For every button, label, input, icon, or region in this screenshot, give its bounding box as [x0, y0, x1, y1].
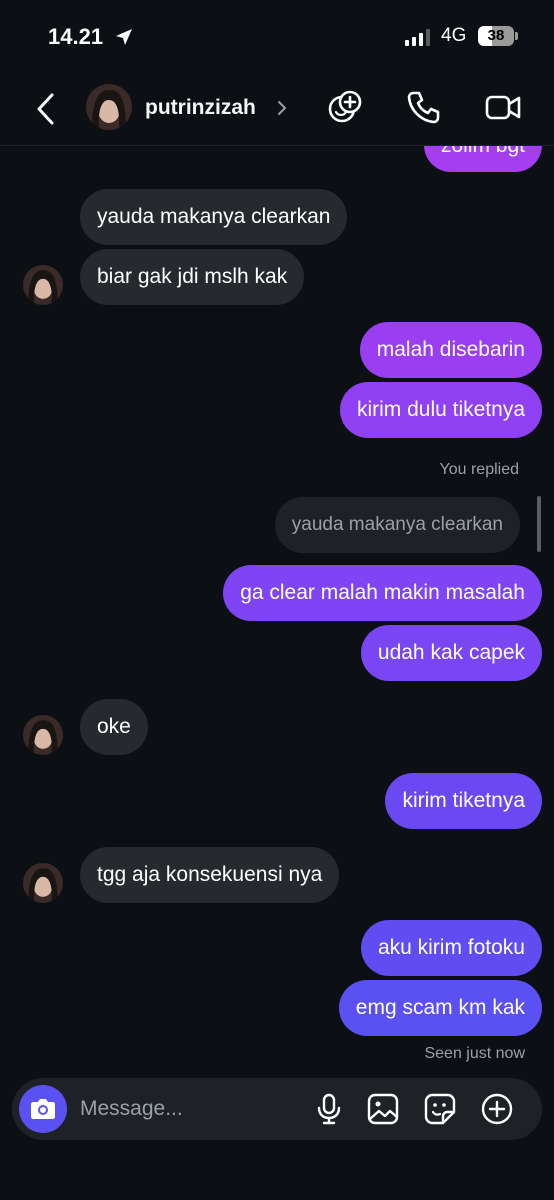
message-composer: Message...	[12, 1078, 542, 1140]
battery-icon: 38	[478, 26, 514, 46]
received-message[interactable]: oke	[80, 699, 148, 755]
sent-message[interactable]: udah kak capek	[360, 625, 542, 681]
sent-message[interactable]: aku kirim fotoku	[360, 920, 542, 976]
header-divider	[0, 145, 554, 146]
chat-username[interactable]: putrinzizah	[145, 96, 256, 120]
camera-icon	[31, 1099, 55, 1119]
sent-message[interactable]: malah disebarin	[359, 322, 542, 378]
sent-message[interactable]: kirim dulu tiketnya	[339, 382, 542, 438]
sender-avatar	[23, 863, 63, 903]
back-chevron-icon[interactable]	[32, 92, 60, 126]
sent-message[interactable]: ga clear malah makin masalah	[223, 565, 542, 621]
sender-avatar	[23, 715, 63, 755]
camera-button[interactable]	[19, 1085, 67, 1133]
received-message[interactable]: biar gak jdi mslh kak	[80, 249, 305, 305]
you-replied-label: You replied	[439, 461, 519, 478]
message-input[interactable]: Message...	[80, 1097, 183, 1121]
chat-header: putrinzizah	[0, 74, 554, 144]
sticker-icon[interactable]	[423, 1092, 457, 1126]
signal-icon	[405, 28, 430, 46]
plus-circle-icon[interactable]	[480, 1092, 514, 1126]
battery-tip	[515, 32, 518, 40]
location-arrow-icon	[116, 29, 132, 45]
seen-status: Seen just now	[424, 1045, 525, 1062]
sent-message[interactable]: kirim tiketnya	[385, 773, 542, 829]
status-time: 14.21	[48, 24, 104, 49]
sent-message[interactable]: emg scam km kak	[338, 980, 542, 1036]
sender-avatar	[23, 265, 63, 305]
received-message[interactable]: yauda makanya clearkan	[80, 189, 348, 245]
chevron-right-icon[interactable]	[276, 99, 288, 117]
reply-indicator	[537, 496, 541, 552]
battery-level: 38	[487, 27, 505, 44]
phone-icon[interactable]	[405, 88, 443, 126]
network-type: 4G	[441, 25, 467, 46]
quoted-reply[interactable]: yauda makanya clearkan	[274, 497, 520, 553]
gallery-icon[interactable]	[366, 1092, 400, 1126]
avatar[interactable]	[86, 84, 132, 130]
status-bar: 14.21 4G 38	[0, 0, 554, 74]
received-message[interactable]: tgg aja konsekuensi nya	[80, 847, 340, 903]
video-camera-icon[interactable]	[484, 88, 522, 126]
effects-icon[interactable]	[327, 88, 365, 126]
microphone-icon[interactable]	[312, 1092, 346, 1126]
